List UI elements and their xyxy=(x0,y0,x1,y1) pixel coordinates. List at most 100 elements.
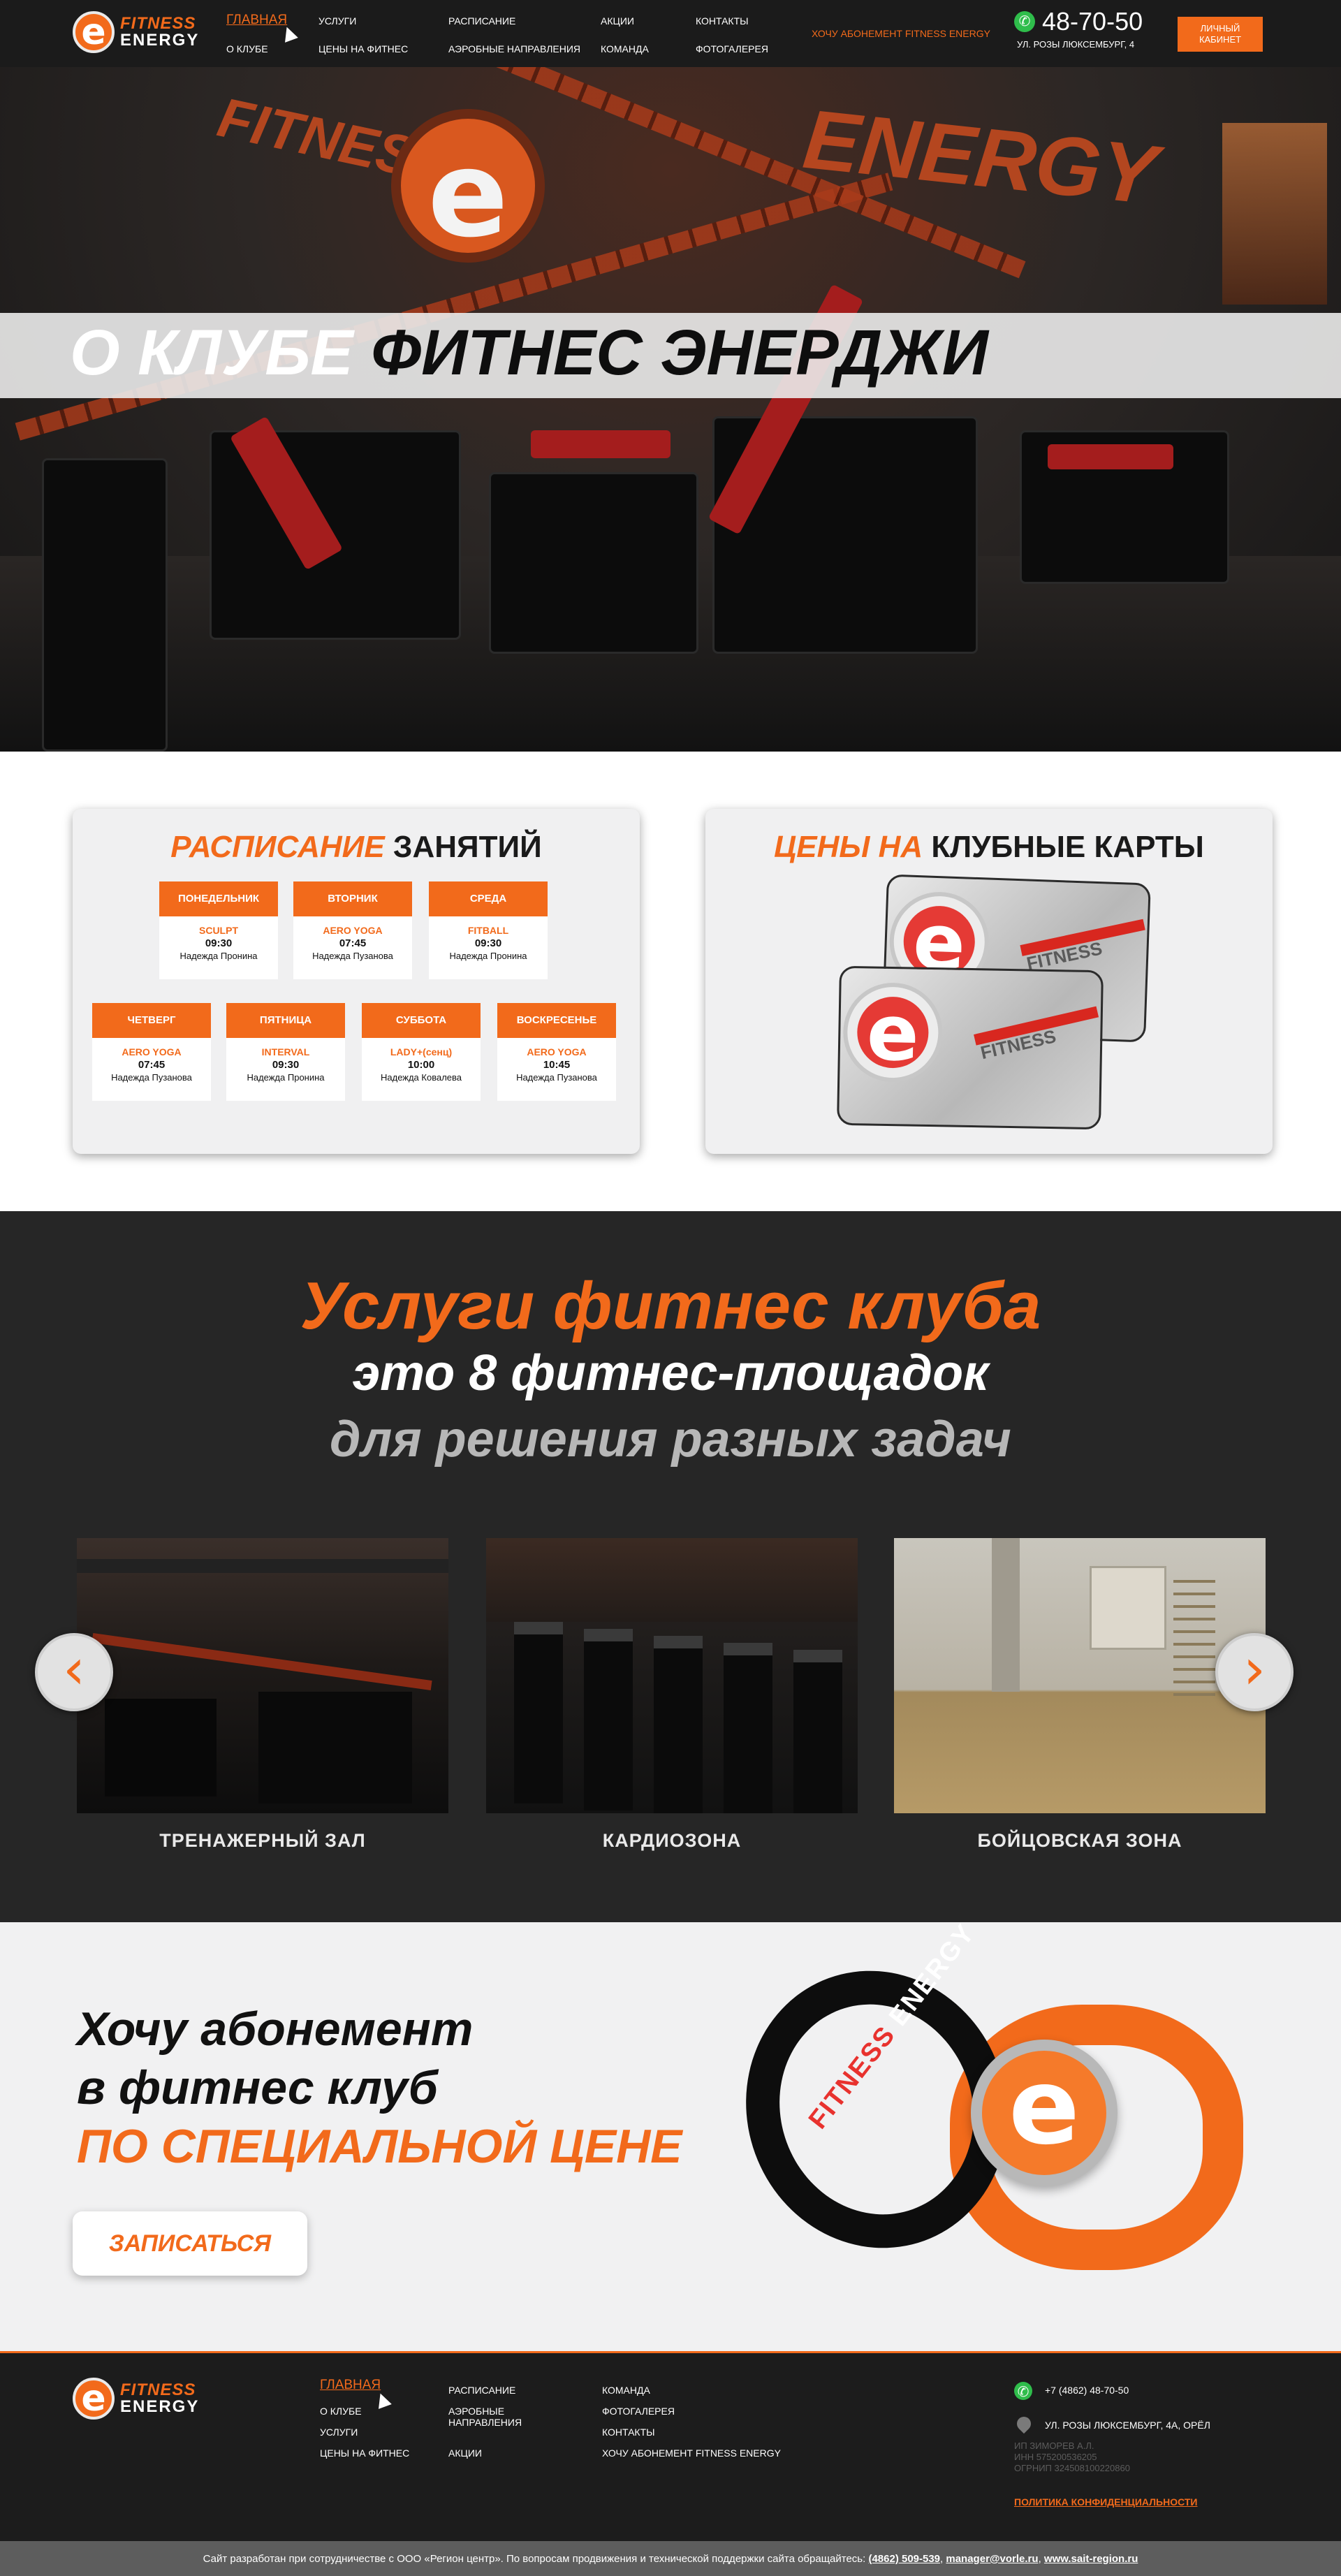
nav-home[interactable]: ГЛАВНАЯ xyxy=(226,13,287,28)
day-header: ПЯТНИЦА xyxy=(226,1003,345,1038)
hero-title-light: О КЛУБЕ xyxy=(70,317,353,388)
privacy-policy-link[interactable]: ПОЛИТИКА КОНФИДЕНЦИАЛЬНОСТИ xyxy=(1014,2496,1197,2508)
logo-word-energy: ENERGY xyxy=(120,31,200,50)
hero-title-dark: ФИТНЕС ЭНЕРДЖИ xyxy=(371,317,988,388)
developer-site-link[interactable]: www.sait-region.ru xyxy=(1044,2553,1138,2565)
club-card-standard-image: FITNESS xyxy=(837,965,1104,1130)
prices-title: ЦЕНЫ НА КЛУБНЫЕ КАРТЫ xyxy=(774,830,1204,864)
header-subscription-link[interactable]: ХОЧУ АБОНЕМЕНТ FITNESS ENERGY xyxy=(812,28,990,39)
cabinet-label-1: ЛИЧНЫЙ xyxy=(1200,23,1240,34)
slide-fight-zone-image[interactable] xyxy=(894,1538,1266,1813)
whatsapp-icon[interactable] xyxy=(1014,11,1035,32)
class-name: AERO YOGA xyxy=(527,1046,587,1058)
schedule-day: ВТОРНИК AERO YOGA 07:45 Надежда Пузанова xyxy=(293,881,412,979)
footer-nav-promotions[interactable]: АКЦИИ xyxy=(448,2447,482,2459)
class-time: 09:30 xyxy=(272,1059,300,1071)
slide-caption-fight: БОЙЦОВСКАЯ ЗОНА xyxy=(977,1830,1182,1851)
class-time: 07:45 xyxy=(138,1059,166,1071)
footer-logo[interactable]: FITNESS ENERGY xyxy=(73,2378,199,2420)
promo-line-1: Хочу абонемент xyxy=(77,2003,474,2056)
trainer-name: Надежда Пронина xyxy=(247,1072,325,1083)
logo-word-fitness: FITNESS xyxy=(120,14,196,33)
day-header: СУББОТА xyxy=(362,1003,481,1038)
schedule-panel[interactable]: РАСПИСАНИЕ ЗАНЯТИЙ ПОНЕДЕЛЬНИК SCULPT 09:… xyxy=(73,809,640,1154)
footer-phone[interactable]: +7 (4862) 48-70-50 xyxy=(1045,2385,1129,2396)
class-name: LADY+(сенц) xyxy=(390,1046,453,1058)
nav-about[interactable]: О КЛУБЕ xyxy=(226,43,268,54)
slide-caption-cardio: КАРДИОЗОНА xyxy=(602,1830,742,1851)
cabinet-label-2: КАБИНЕТ xyxy=(1199,34,1242,45)
footer-nav-schedule[interactable]: РАСПИСАНИЕ xyxy=(448,2385,515,2396)
trainer-name: Надежда Пронина xyxy=(449,951,527,961)
header-phone-number[interactable]: 48-70-50 xyxy=(1042,7,1143,36)
trainer-name: Надежда Пузанова xyxy=(312,951,393,961)
footer-whatsapp-icon[interactable] xyxy=(1014,2382,1032,2400)
slider-prev-arrow-icon[interactable]: ‹ xyxy=(35,1633,113,1711)
header-address: УЛ. РОЗЫ ЛЮКСЕМБУРГ, 4 xyxy=(1017,39,1135,50)
nav-gallery[interactable]: ФОТОГАЛЕРЕЯ xyxy=(696,43,768,54)
footer-address: УЛ. РОЗЫ ЛЮКСЕМБУРГ, 4А, ОРЁЛ xyxy=(1045,2420,1210,2431)
footer-nav-about[interactable]: О КЛУБЕ xyxy=(320,2406,362,2417)
promo-line-2: в фитнес клуб xyxy=(77,2061,438,2114)
slider-next-arrow-icon[interactable]: › xyxy=(1215,1633,1294,1711)
trainer-name: Надежда Пузанова xyxy=(516,1072,597,1083)
day-header: ВОСКРЕСЕНЬЕ xyxy=(497,1003,616,1038)
promo-line-3: ПО СПЕЦИАЛЬНОЙ ЦЕНЕ xyxy=(77,2120,682,2173)
day-header: ЧЕТВЕРГ xyxy=(92,1003,211,1038)
day-header: ВТОРНИК xyxy=(293,881,412,916)
trainer-name: Надежда Пронина xyxy=(179,951,258,961)
footer-nav-services[interactable]: УСЛУГИ xyxy=(320,2427,358,2438)
header-phone[interactable]: 48-70-50 xyxy=(1014,7,1143,36)
slide-gym-image[interactable] xyxy=(77,1538,448,1813)
footer-nav-prices[interactable]: ЦЕНЫ НА ФИТНЕС xyxy=(320,2447,409,2459)
day-header: ПОНЕДЕЛЬНИК xyxy=(159,881,278,916)
class-name: AERO YOGA xyxy=(122,1046,182,1058)
class-name: AERO YOGA xyxy=(323,925,383,936)
nav-schedule[interactable]: РАСПИСАНИЕ xyxy=(448,15,515,27)
footer-legal-inn: ИНН 575200536205 xyxy=(1014,2452,1097,2462)
signup-button[interactable]: ЗАПИСАТЬСЯ xyxy=(73,2211,307,2276)
schedule-day: СРЕДА FITBALL 09:30 Надежда Пронина xyxy=(429,881,548,979)
footer-logo-e-icon xyxy=(73,2378,115,2420)
day-header: СРЕДА xyxy=(429,881,548,916)
wall-emblem-icon xyxy=(391,109,545,264)
developer-email-link[interactable]: manager@vorle.ru xyxy=(946,2553,1038,2565)
slide-cardio-image[interactable] xyxy=(486,1538,858,1813)
trainer-name: Надежда Ковалева xyxy=(380,1072,462,1083)
nav-contacts[interactable]: КОНТАКТЫ xyxy=(696,15,749,27)
hero-gym-image: FITNESS ENERGY xyxy=(0,67,1341,752)
schedule-title: РАСПИСАНИЕ ЗАНЯТИЙ xyxy=(170,830,542,864)
footer-nav-aerobic-2[interactable]: НАПРАВЛЕНИЯ xyxy=(448,2417,522,2428)
schedule-day: ЧЕТВЕРГ AERO YOGA 07:45 Надежда Пузанова xyxy=(92,1003,211,1101)
developer-phone-link[interactable]: (4862) 509-539 xyxy=(868,2553,940,2565)
nav-promotions[interactable]: АКЦИИ xyxy=(601,15,634,27)
prices-panel[interactable]: ЦЕНЫ НА КЛУБНЫЕ КАРТЫ FITNESS FITNESS xyxy=(705,809,1273,1154)
footer-nav-contacts[interactable]: КОНТАКТЫ xyxy=(602,2427,655,2438)
footer-nav-subscription[interactable]: ХОЧУ АБОНЕМЕНТ FITNESS ENERGY xyxy=(602,2447,781,2459)
footer-nav-home[interactable]: ГЛАВНАЯ xyxy=(320,2378,381,2393)
schedule-day: ВОСКРЕСЕНЬЕ AERO YOGA 10:45 Надежда Пузано… xyxy=(497,1003,616,1101)
class-name: SCULPT xyxy=(199,925,238,936)
slide-caption-gym: ТРЕНАЖЕРНЫЙ ЗАЛ xyxy=(159,1830,366,1851)
nav-team[interactable]: КОМАНДА xyxy=(601,43,649,54)
personal-cabinet-button[interactable]: ЛИЧНЫЙ КАБИНЕТ xyxy=(1178,17,1263,52)
nav-prices[interactable]: ЦЕНЫ НА ФИТНЕС xyxy=(318,43,408,54)
footer-legal-name: ИП ЗИМОРЕВ А.Л. xyxy=(1014,2440,1094,2451)
developer-text: Сайт разработан при сотрудничестве с ООО… xyxy=(203,2553,866,2565)
logo-e-icon xyxy=(73,11,115,53)
class-time: 10:45 xyxy=(543,1059,571,1071)
footer-nav-gallery[interactable]: ФОТОГАЛЕРЕЯ xyxy=(602,2406,675,2417)
site-header: FITNESS ENERGY ГЛАВНАЯ О КЛУБЕ УСЛУГИ ЦЕ… xyxy=(0,0,1341,67)
band-logo-icon xyxy=(971,2040,1118,2186)
logo[interactable]: FITNESS ENERGY xyxy=(73,11,199,53)
gym-machine xyxy=(42,458,168,752)
nav-services[interactable]: УСЛУГИ xyxy=(318,15,356,27)
class-name: INTERVAL xyxy=(261,1046,310,1058)
hero-title: О КЛУБЕ ФИТНЕС ЭНЕРДЖИ xyxy=(70,316,988,390)
schedule-day: ПОНЕДЕЛЬНИК SCULPT 09:30 Надежда Пронина xyxy=(159,881,278,979)
footer-nav-team[interactable]: КОМАНДА xyxy=(602,2385,650,2396)
class-time: 07:45 xyxy=(339,937,367,949)
nav-aerobic[interactable]: АЭРОБНЫЕ НАПРАВЛЕНИЯ xyxy=(448,43,580,54)
footer-nav-aerobic[interactable]: АЭРОБНЫЕ xyxy=(448,2406,504,2417)
class-time: 09:30 xyxy=(205,937,233,949)
